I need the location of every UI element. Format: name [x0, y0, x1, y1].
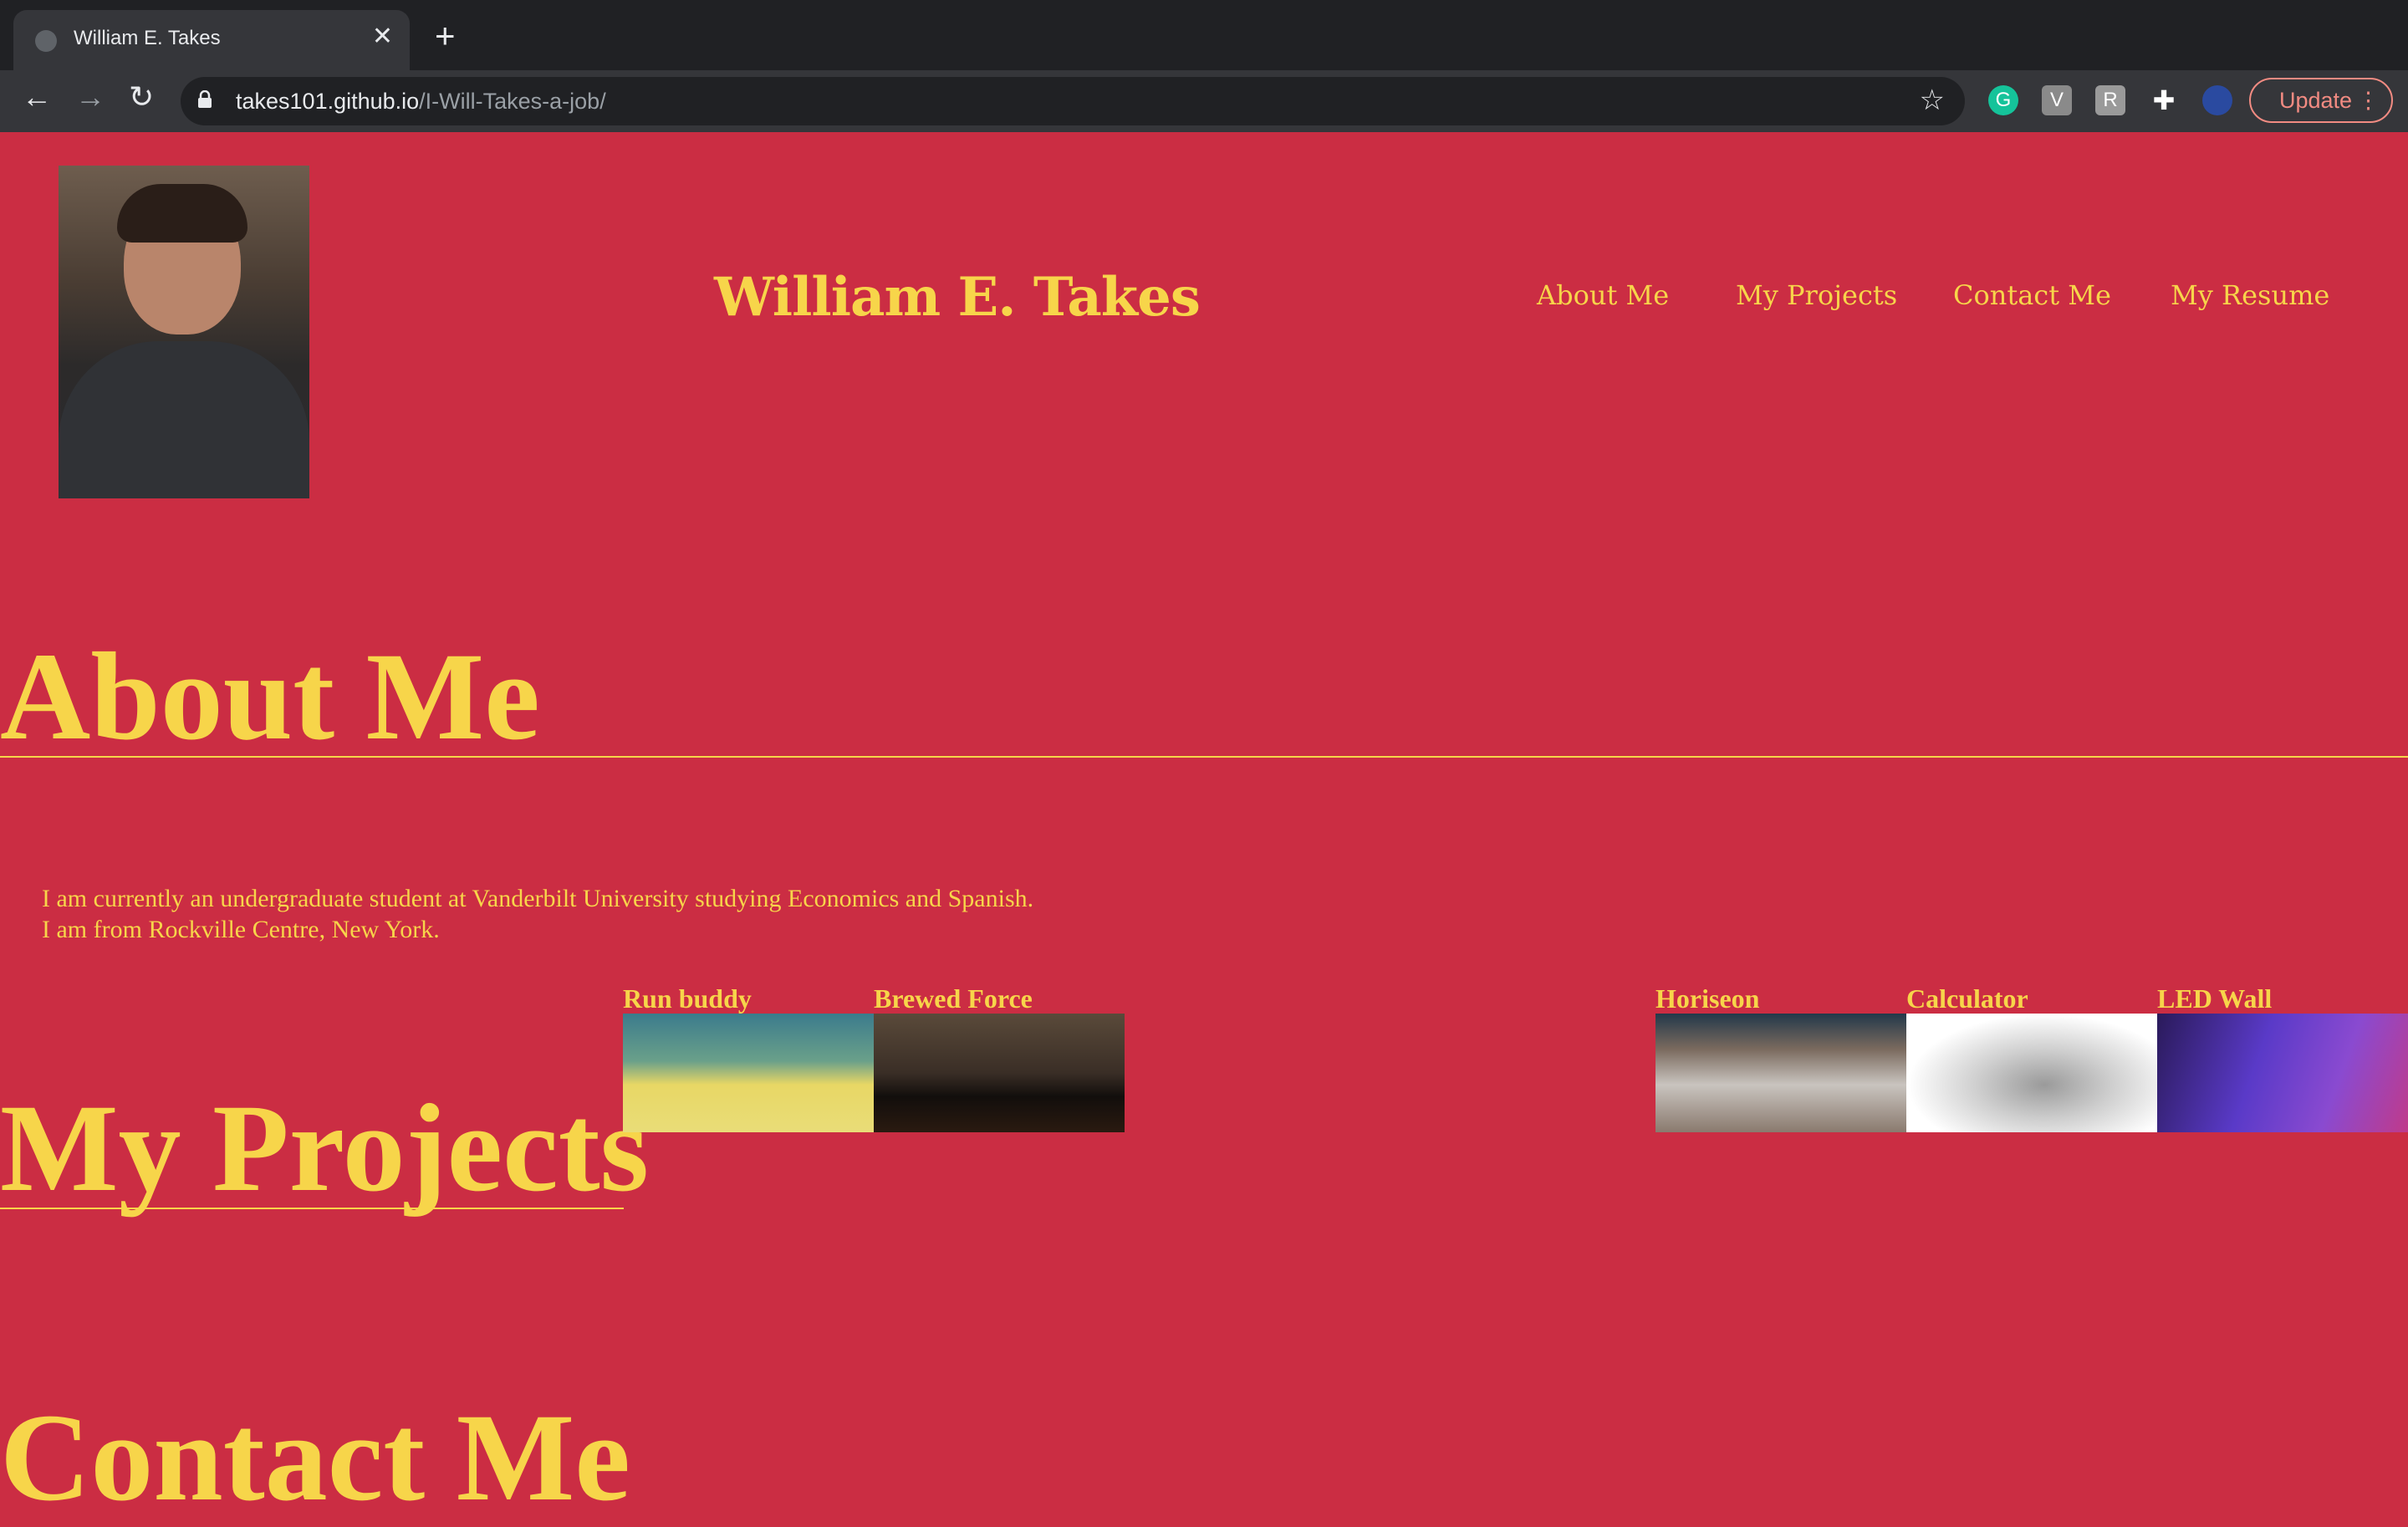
nav-about-me[interactable]: About Me [1537, 279, 1669, 311]
project-card[interactable]: Brewed Force [874, 983, 1125, 1132]
reload-icon[interactable]: ↻ [129, 82, 154, 112]
nav-my-projects[interactable]: My Projects [1736, 279, 1897, 311]
project-card[interactable]: Calculator [1906, 983, 2157, 1132]
nav-contact-me[interactable]: Contact Me [1953, 279, 2111, 311]
globe-icon [35, 30, 57, 52]
project-title: Brewed Force [874, 983, 1033, 1014]
site-title: William E. Takes [714, 266, 1201, 329]
project-thumbnail[interactable] [623, 1014, 874, 1132]
update-label: Update [2279, 88, 2353, 113]
extension-icon[interactable]: R [2095, 85, 2125, 115]
nav-my-resume[interactable]: My Resume [2171, 279, 2329, 311]
grammarly-icon[interactable]: G [1988, 85, 2018, 115]
project-title: Calculator [1906, 983, 2028, 1014]
puzzle-icon[interactable]: ✚ [2149, 85, 2179, 115]
update-button[interactable]: Update ⋮ [2249, 78, 2393, 123]
vimeo-extension-icon[interactable]: V [2042, 85, 2072, 115]
about-line-1: I am currently an undergraduate student … [42, 885, 1034, 912]
url-path: /I-Will-Takes-a-job/ [419, 89, 606, 114]
bookmark-star-icon[interactable]: ☆ [1920, 84, 1945, 117]
address-bar[interactable]: takes101.github.io/I-Will-Takes-a-job/ ☆ [181, 77, 1965, 125]
projects-heading: My Projects [0, 1079, 650, 1218]
back-icon[interactable]: ← [22, 82, 52, 112]
about-line-2: I am from Rockville Centre, New York. [42, 916, 440, 943]
project-thumbnail[interactable] [1656, 1014, 1906, 1132]
close-icon[interactable]: ✕ [372, 22, 393, 51]
project-card[interactable]: Run buddy [623, 983, 874, 1132]
profile-photo [59, 166, 309, 498]
projects-divider [0, 1208, 624, 1209]
forward-icon[interactable]: → [75, 82, 105, 112]
browser-tabstrip: William E. Takes ✕ + [0, 0, 2408, 70]
contact-heading: Contact Me [0, 1388, 630, 1527]
photo-shirt [59, 341, 309, 498]
project-title: Horiseon [1656, 983, 1760, 1014]
browser-toolbar: ← → ↻ takes101.github.io/I-Will-Takes-a-… [0, 70, 2408, 132]
project-card[interactable]: Horiseon [1656, 983, 1906, 1132]
about-divider [0, 756, 2408, 758]
project-thumbnail[interactable] [1906, 1014, 2157, 1132]
project-title: Run buddy [623, 983, 752, 1014]
project-card[interactable]: LED Wall [2157, 983, 2408, 1132]
project-thumbnail[interactable] [2157, 1014, 2408, 1132]
menu-icon[interactable]: ⋮ [2357, 79, 2380, 121]
url-text: takes101.github.io/I-Will-Takes-a-job/ [236, 89, 606, 115]
browser-tab[interactable]: William E. Takes ✕ [13, 10, 410, 70]
profile-avatar[interactable] [2202, 85, 2232, 115]
photo-hair [117, 184, 247, 243]
new-tab-icon[interactable]: + [435, 18, 456, 54]
project-thumbnail[interactable] [874, 1014, 1125, 1132]
about-text: I am currently an undergraduate student … [42, 883, 1033, 945]
page: William E. Takes About Me My Projects Co… [0, 132, 2408, 1520]
project-title: LED Wall [2157, 983, 2273, 1014]
tab-title: William E. Takes [74, 27, 221, 49]
url-host: takes101.github.io [236, 89, 420, 114]
lock-icon [198, 90, 212, 108]
about-heading: About Me [0, 627, 540, 766]
